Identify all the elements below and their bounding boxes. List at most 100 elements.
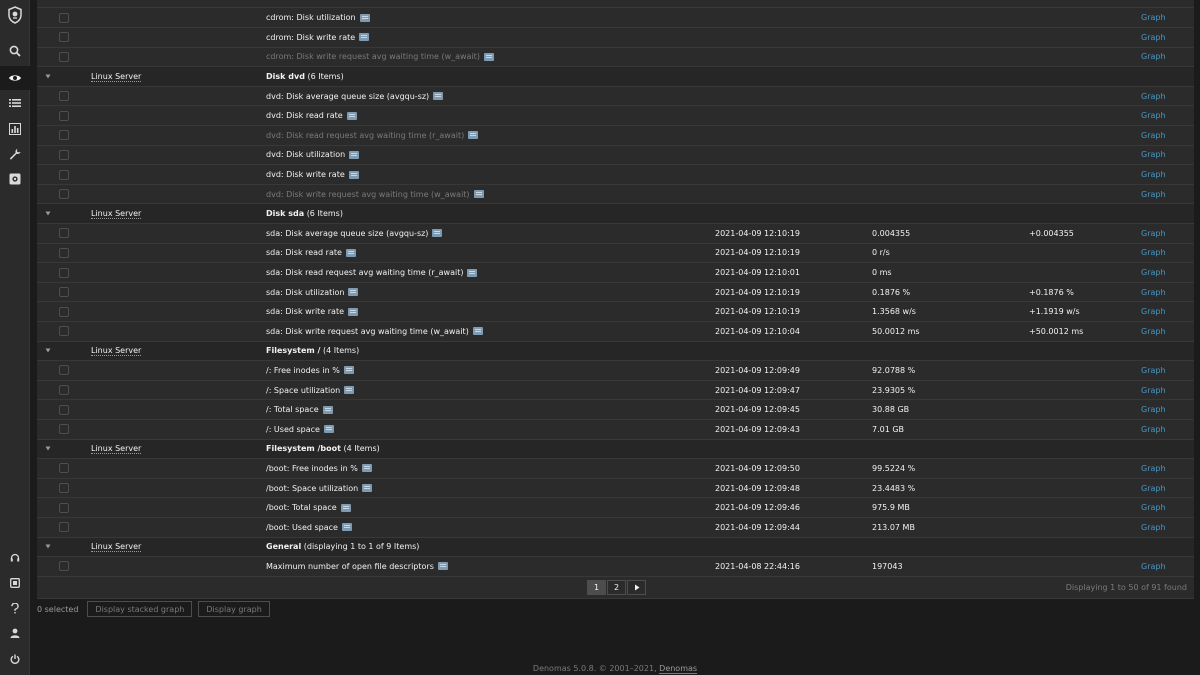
graph-link[interactable]: Graph bbox=[1141, 425, 1166, 434]
row-checkbox[interactable] bbox=[59, 306, 69, 317]
help-icon[interactable] bbox=[0, 596, 30, 620]
graph-link[interactable]: Graph bbox=[1141, 170, 1166, 179]
info-icon[interactable] bbox=[322, 405, 333, 414]
info-icon[interactable] bbox=[362, 484, 373, 493]
info-icon[interactable] bbox=[361, 464, 372, 473]
settings-icon[interactable] bbox=[0, 167, 30, 191]
graph-link[interactable]: Graph bbox=[1141, 484, 1166, 493]
display-stacked-graph-button[interactable]: Display stacked graph bbox=[87, 601, 193, 617]
graph-link[interactable]: Graph bbox=[1141, 52, 1166, 61]
row-checkbox[interactable] bbox=[59, 424, 69, 435]
collapse-toggle-icon[interactable] bbox=[45, 348, 51, 353]
info-icon[interactable] bbox=[349, 150, 360, 159]
share-icon[interactable] bbox=[0, 571, 30, 595]
info-icon[interactable] bbox=[437, 562, 448, 571]
collapse-toggle-icon[interactable] bbox=[45, 211, 51, 216]
info-icon[interactable] bbox=[348, 170, 359, 179]
graph-link[interactable]: Graph bbox=[1141, 503, 1166, 512]
row-checkbox[interactable] bbox=[59, 91, 69, 102]
graph-link[interactable]: Graph bbox=[1141, 33, 1166, 42]
graph-link[interactable]: Graph bbox=[1141, 111, 1166, 120]
row-checkbox[interactable] bbox=[59, 483, 69, 494]
host-link[interactable]: Linux Server bbox=[91, 72, 142, 83]
graph-link[interactable]: Graph bbox=[1141, 92, 1166, 101]
graph-link[interactable]: Graph bbox=[1141, 190, 1166, 199]
info-icon[interactable] bbox=[467, 268, 478, 277]
info-icon[interactable] bbox=[433, 92, 444, 101]
info-icon[interactable] bbox=[473, 190, 484, 199]
support-icon[interactable] bbox=[0, 546, 30, 570]
page-2-button[interactable]: 2 bbox=[607, 579, 626, 595]
row-checkbox[interactable] bbox=[59, 522, 69, 533]
graph-link[interactable]: Graph bbox=[1141, 523, 1166, 532]
graph-link[interactable]: Graph bbox=[1141, 562, 1166, 571]
page-1-button[interactable]: 1 bbox=[587, 579, 606, 595]
info-icon[interactable] bbox=[432, 229, 443, 238]
row-checkbox[interactable] bbox=[59, 32, 69, 43]
power-icon[interactable] bbox=[0, 647, 30, 671]
list-icon[interactable] bbox=[0, 91, 30, 115]
collapse-toggle-icon[interactable] bbox=[45, 544, 51, 549]
wrench-icon[interactable] bbox=[0, 142, 30, 166]
graph-link[interactable]: Graph bbox=[1141, 150, 1166, 159]
row-checkbox[interactable] bbox=[59, 267, 69, 278]
search-icon[interactable] bbox=[0, 39, 30, 63]
row-checkbox[interactable] bbox=[59, 326, 69, 337]
graph-link[interactable]: Graph bbox=[1141, 307, 1166, 316]
info-icon[interactable] bbox=[341, 523, 352, 532]
info-icon[interactable] bbox=[483, 52, 494, 61]
graph-link[interactable]: Graph bbox=[1141, 13, 1166, 22]
graph-link[interactable]: Graph bbox=[1141, 327, 1166, 336]
row-checkbox[interactable] bbox=[59, 365, 69, 376]
graph-link[interactable]: Graph bbox=[1141, 464, 1166, 473]
eye-icon[interactable] bbox=[0, 66, 30, 90]
info-icon[interactable] bbox=[344, 386, 355, 395]
chart-icon[interactable] bbox=[0, 117, 30, 141]
collapse-toggle-icon[interactable] bbox=[45, 74, 51, 79]
graph-link[interactable]: Graph bbox=[1141, 229, 1166, 238]
graph-link[interactable]: Graph bbox=[1141, 248, 1166, 257]
collapse-toggle-icon[interactable] bbox=[45, 446, 51, 451]
row-checkbox[interactable] bbox=[59, 110, 69, 121]
graph-link[interactable]: Graph bbox=[1141, 288, 1166, 297]
host-link[interactable]: Linux Server bbox=[91, 444, 142, 455]
row-checkbox[interactable] bbox=[59, 169, 69, 180]
info-icon[interactable] bbox=[343, 366, 354, 375]
info-icon[interactable] bbox=[340, 503, 351, 512]
footer-link[interactable]: Denomas bbox=[659, 664, 698, 674]
graph-link[interactable]: Graph bbox=[1141, 268, 1166, 277]
info-icon[interactable] bbox=[472, 327, 483, 336]
info-icon[interactable] bbox=[348, 288, 359, 297]
info-icon[interactable] bbox=[348, 307, 359, 316]
row-checkbox[interactable] bbox=[59, 149, 69, 160]
row-checkbox[interactable] bbox=[59, 130, 69, 141]
user-icon[interactable] bbox=[0, 621, 30, 645]
graph-link[interactable]: Graph bbox=[1141, 386, 1166, 395]
graph-link[interactable]: Graph bbox=[1141, 366, 1166, 375]
info-icon[interactable] bbox=[359, 33, 370, 42]
row-checkbox[interactable] bbox=[59, 189, 69, 200]
logo-icon[interactable] bbox=[0, 2, 30, 28]
row-checkbox[interactable] bbox=[59, 385, 69, 396]
row-checkbox[interactable] bbox=[59, 502, 69, 513]
row-checkbox[interactable] bbox=[59, 51, 69, 62]
info-icon[interactable] bbox=[468, 131, 479, 140]
next-page-button[interactable] bbox=[627, 579, 646, 595]
row-checkbox[interactable] bbox=[59, 287, 69, 298]
graph-link[interactable]: Graph bbox=[1141, 405, 1166, 414]
row-checkbox[interactable] bbox=[59, 463, 69, 474]
info-icon[interactable] bbox=[323, 425, 334, 434]
graph-link[interactable]: Graph bbox=[1141, 131, 1166, 140]
row-checkbox[interactable] bbox=[59, 561, 69, 572]
info-icon[interactable] bbox=[346, 111, 357, 120]
host-link[interactable]: Linux Server bbox=[91, 346, 142, 357]
row-checkbox[interactable] bbox=[59, 12, 69, 23]
info-icon[interactable] bbox=[359, 13, 370, 22]
host-link[interactable]: Linux Server bbox=[91, 209, 142, 220]
row-checkbox[interactable] bbox=[59, 404, 69, 415]
host-link[interactable]: Linux Server bbox=[91, 542, 142, 553]
row-checkbox[interactable] bbox=[59, 228, 69, 239]
info-icon[interactable] bbox=[345, 248, 356, 257]
row-checkbox[interactable] bbox=[59, 247, 69, 258]
display-graph-button[interactable]: Display graph bbox=[198, 601, 270, 617]
